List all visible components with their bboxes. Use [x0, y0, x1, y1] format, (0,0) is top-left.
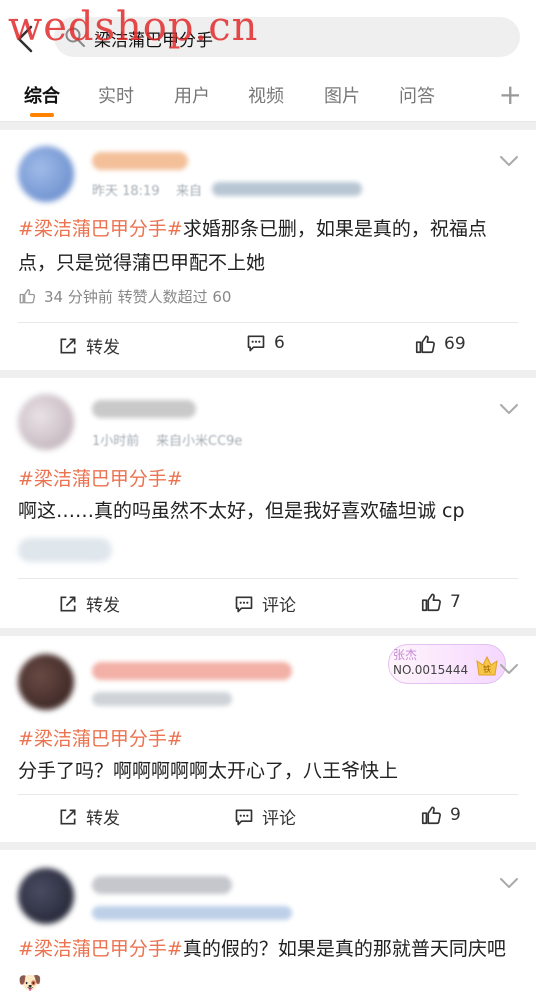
avatar[interactable]: [18, 394, 74, 450]
divider: [18, 578, 518, 579]
tab-bar: 综合 实时 用户 视频 图片 问答 +: [0, 70, 536, 122]
post-text: #梁洁蒲巴甲分手#: [18, 722, 518, 756]
repost-icon: [60, 809, 76, 824]
username-blurred[interactable]: [92, 662, 292, 680]
repost-icon: [60, 338, 76, 353]
post-time: 1小时前: [92, 434, 140, 449]
post-body: 真的假的？如果是真的那就普天同庆吧: [182, 938, 506, 960]
divider: [18, 322, 518, 323]
top-bar: 梁洁蒲巴甲分手 wedshop.cn: [0, 0, 536, 70]
hashtag-link[interactable]: #梁洁蒲巴甲分手#: [18, 468, 183, 490]
blurred-attachment[interactable]: [18, 538, 112, 562]
badge-number: NO.0015444: [393, 663, 469, 677]
repost-button[interactable]: 转发: [58, 591, 120, 616]
username-blurred[interactable]: [92, 400, 196, 418]
repost-button[interactable]: 转发: [58, 804, 120, 829]
meta-blurred: [92, 906, 292, 920]
post-card[interactable]: 昨天 18:19 来自 #梁洁蒲巴甲分手#求婚那条已删，如果是真的，祝福点点，只…: [0, 130, 536, 370]
post-body: 分手了吗？啊啊啊啊啊太开心了，八王爷快上: [18, 760, 399, 782]
crown-icon: 铁: [476, 655, 498, 676]
post-text: #梁洁蒲巴甲分手#: [18, 462, 518, 496]
chevron-down-icon[interactable]: [498, 154, 520, 168]
avatar[interactable]: [18, 868, 74, 924]
meta-blurred: [92, 692, 232, 706]
post-text: #梁洁蒲巴甲分手#求婚那条已删，如果是真的，祝福点点，只是觉得蒲巴甲配不上她: [18, 212, 518, 280]
tab-images[interactable]: 图片: [324, 82, 360, 108]
source-blurred: [212, 182, 362, 196]
hashtag-link[interactable]: #梁洁蒲巴甲分手#: [18, 938, 183, 960]
thumbs-up-icon: [421, 593, 441, 612]
chevron-down-icon[interactable]: [498, 402, 520, 416]
like-button[interactable]: 7: [420, 591, 461, 613]
badge-name: 张杰: [393, 648, 418, 662]
chevron-down-icon[interactable]: [498, 662, 520, 676]
search-query: 梁洁蒲巴甲分手: [94, 31, 213, 51]
hashtag-link[interactable]: #梁洁蒲巴甲分手#: [18, 728, 183, 750]
post-time: 昨天 18:19: [92, 184, 160, 199]
avatar[interactable]: [18, 146, 74, 202]
search-input[interactable]: 梁洁蒲巴甲分手: [54, 17, 520, 57]
comment-icon: [235, 596, 253, 612]
post-card[interactable]: #梁洁蒲巴甲分手#真的假的？如果是真的那就普天同庆吧 🐶: [0, 850, 536, 1000]
post-card[interactable]: 张杰 NO.0015444 铁 #梁洁蒲巴甲分手# 分手了吗？啊啊啊啊啊太开心了…: [0, 636, 536, 842]
search-icon: [65, 27, 85, 47]
username-blurred[interactable]: [92, 876, 232, 894]
comment-icon: [235, 809, 253, 825]
thumbs-up-icon: [415, 335, 435, 354]
fan-badge[interactable]: 张杰 NO.0015444 铁: [388, 644, 506, 684]
like-button[interactable]: 9: [420, 804, 461, 826]
like-note: 34 分钟前 转赞人数超过 60: [18, 286, 231, 307]
repost-icon: [60, 596, 76, 611]
thumbs-up-icon: [19, 289, 36, 304]
doge-emoji: 🐶: [18, 972, 42, 994]
comment-icon: [247, 335, 265, 352]
svg-text:铁: 铁: [483, 664, 491, 674]
thumbs-up-icon: [421, 806, 441, 825]
chevron-down-icon[interactable]: [498, 876, 520, 890]
comment-button[interactable]: 6: [246, 333, 285, 353]
tab-comprehensive[interactable]: 综合: [24, 82, 60, 108]
post-body: 啊这……真的吗虽然不太好，但是我好喜欢磕坦诚 cp: [18, 500, 465, 522]
active-tab-indicator: [30, 113, 54, 117]
comment-button[interactable]: 评论: [234, 804, 296, 829]
comment-button[interactable]: 评论: [234, 591, 296, 616]
tab-users[interactable]: 用户: [174, 82, 210, 108]
username-blurred[interactable]: [92, 152, 188, 170]
post-source: 来自小米CC9e: [156, 434, 243, 449]
add-tab-icon[interactable]: +: [499, 78, 522, 111]
avatar[interactable]: [18, 654, 74, 710]
post-text: #梁洁蒲巴甲分手#真的假的？如果是真的那就普天同庆吧 🐶: [18, 932, 518, 1000]
hashtag-link[interactable]: #梁洁蒲巴甲分手#: [18, 218, 183, 240]
tab-videos[interactable]: 视频: [248, 82, 284, 108]
like-button[interactable]: 69: [414, 333, 466, 355]
tab-qa[interactable]: 问答: [399, 82, 435, 108]
repost-button[interactable]: 转发: [58, 333, 120, 358]
post-card[interactable]: 1小时前 来自小米CC9e #梁洁蒲巴甲分手# 啊这……真的吗虽然不太好，但是我…: [0, 378, 536, 628]
tab-realtime[interactable]: 实时: [98, 82, 134, 108]
back-arrow-icon[interactable]: [14, 24, 38, 54]
post-source: 来自: [176, 184, 203, 199]
divider: [18, 794, 518, 795]
